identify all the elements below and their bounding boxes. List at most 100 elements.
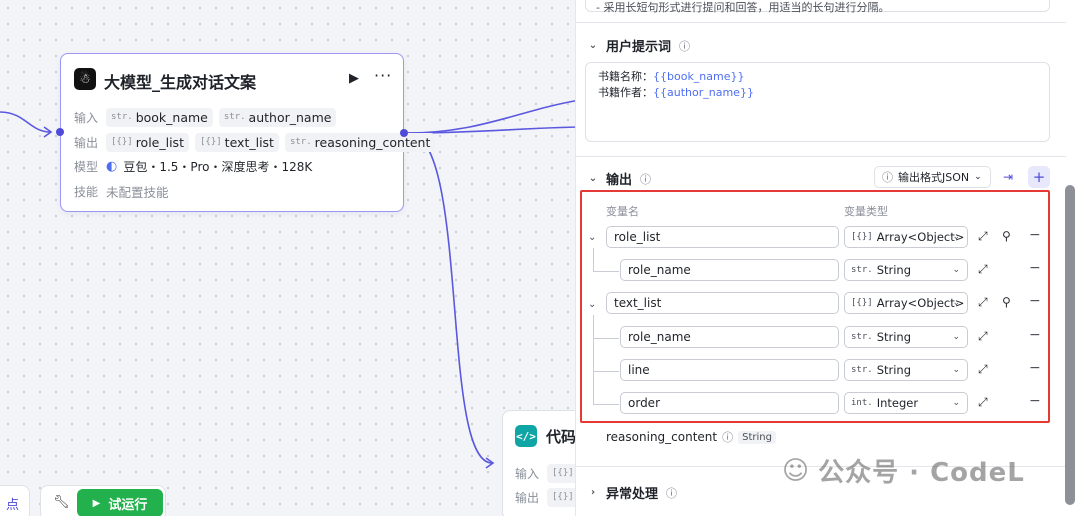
wechat-icon: ☺	[782, 455, 811, 486]
tree-line	[593, 371, 619, 372]
col-var-type: 变量类型	[844, 205, 888, 218]
edge-llm-to-code	[407, 132, 493, 464]
var-name-input[interactable]: role_name	[620, 259, 839, 281]
tree-line	[593, 271, 619, 272]
output-format-label: 输出格式JSON	[898, 171, 970, 184]
system-prompt-tail[interactable]: - 采用长短句形式进行提问和回答，用适当的长句进行分隔。	[585, 0, 1050, 14]
var-name-input[interactable]: line	[620, 359, 839, 381]
edge-arrow-into-llm	[43, 126, 53, 138]
reasoning-content-name: reasoning_content	[606, 430, 718, 444]
code-node-title: 代码	[546, 428, 577, 446]
tree-line	[593, 248, 594, 272]
llm-skill-row: 技能 未配置技能	[74, 181, 169, 201]
add-child-icon[interactable]: ⚲	[1002, 295, 1011, 309]
var-name-input[interactable]: order	[620, 392, 839, 414]
user-prompt-title: 用户提示词	[606, 40, 672, 55]
chevron-right-icon: ›	[590, 487, 596, 498]
expand-icon[interactable]: ⤢	[978, 362, 988, 377]
divider	[576, 22, 1066, 23]
var-type-select[interactable]: int. Integer ⌄	[844, 392, 968, 414]
remove-icon[interactable]: −	[1029, 260, 1041, 276]
var-type-select[interactable]: [{}] Array<Object> ⌄	[844, 292, 968, 314]
info-icon: ⓘ	[666, 486, 678, 500]
tree-line	[593, 404, 619, 405]
expand-icon[interactable]: ⤢	[978, 295, 988, 310]
reasoning-type-badge: String	[738, 430, 776, 444]
edge-llm-to-panel-upper	[407, 99, 581, 134]
skill-label: 技能	[74, 184, 99, 199]
import-icon[interactable]: ⇥	[997, 166, 1019, 188]
divider	[576, 156, 1066, 157]
add-child-icon[interactable]: ⚲	[1002, 229, 1011, 243]
tree-line	[593, 338, 619, 339]
output-header[interactable]: ⌄ 输出 ⓘ	[588, 169, 652, 189]
model-label: 模型	[74, 159, 99, 174]
code-output-label: 输出	[515, 490, 540, 505]
tree-line	[593, 315, 594, 404]
exception-header[interactable]: › 异常处理 ⓘ	[588, 483, 678, 503]
remove-icon[interactable]: −	[1029, 227, 1041, 243]
remove-icon[interactable]: −	[1029, 393, 1041, 409]
llm-node[interactable]: ☃ 大模型_生成对话文案 ▶ ··· 输入 str. book_name str.…	[60, 53, 436, 212]
var-name-input[interactable]: role_list	[606, 226, 839, 248]
collapse-chevron-icon[interactable]: ⌄	[588, 299, 596, 310]
input-label: 输入	[74, 110, 99, 125]
output-format-dropdown[interactable]: ⓘ 输出格式JSON ⌄	[874, 166, 991, 188]
remove-icon[interactable]: −	[1029, 293, 1041, 309]
expand-icon[interactable]: ⤢	[978, 329, 988, 344]
watermark: ☺ 公众号 · CodeL	[782, 452, 1025, 489]
var-type-select[interactable]: [{}] Array<Object> ⌄	[844, 226, 968, 248]
var-name-input[interactable]: text_list	[606, 292, 839, 314]
test-run-label: 试运行	[108, 497, 148, 513]
llm-node-title: 大模型_生成对话文案	[104, 73, 257, 92]
info-icon: ⓘ	[882, 171, 893, 184]
add-node-button[interactable]: 点	[0, 485, 30, 516]
chevron-down-icon: ⌄	[974, 172, 982, 182]
output-tag-text-list: [{}] text_list	[194, 132, 279, 152]
expand-icon[interactable]: ⤢	[978, 395, 988, 410]
user-prompt-header[interactable]: ⌄ 用户提示词 ⓘ	[588, 36, 691, 56]
edge-into-llm	[0, 111, 51, 133]
remove-icon[interactable]: −	[1029, 360, 1041, 376]
edge-arrow-into-code	[485, 457, 495, 469]
test-run-button[interactable]: ▶ 试运行	[77, 489, 163, 516]
node-config-panel: - 采用长短句形式进行提问和回答，用适当的长句进行分隔。 ⌄ 用户提示词 ⓘ 书…	[575, 0, 1080, 516]
system-prompt-tail-text: - 采用长短句形式进行提问和回答，用适当的长句进行分隔。	[596, 1, 890, 14]
info-icon: ⓘ	[679, 39, 691, 53]
expand-icon[interactable]: ⤢	[978, 229, 988, 244]
add-node-label: 点	[5, 497, 19, 513]
reasoning-content-row: reasoning_content ⓘ String	[606, 429, 776, 445]
code-input-label: 输入	[515, 466, 540, 481]
var-type-select[interactable]: str. String ⌄	[844, 326, 968, 348]
doubao-logo-icon: ◐	[106, 158, 118, 174]
col-var-name: 变量名	[606, 205, 639, 218]
output-tag-reasoning-content: str. reasoning_content	[284, 132, 436, 152]
chevron-down-icon: ⌄	[588, 173, 598, 184]
prompt-line: 书籍名称：{{book_name}}	[598, 70, 745, 83]
remove-icon[interactable]: −	[1029, 327, 1041, 343]
panel-scrollbar[interactable]	[1065, 185, 1075, 505]
wrench-icon[interactable]: 🔧︎	[53, 495, 70, 510]
var-name-input[interactable]: role_name	[620, 326, 839, 348]
play-icon[interactable]: ▶	[349, 71, 359, 86]
info-icon: ⓘ	[722, 431, 734, 444]
model-value: 豆包・1.5・Pro・深度思考・128K	[123, 159, 313, 174]
user-prompt-editor[interactable]: 书籍名称：{{book_name}} 书籍作者：{{author_name}}	[585, 62, 1050, 142]
output-title: 输出	[606, 173, 633, 188]
exception-title: 异常处理	[606, 487, 659, 502]
expand-icon[interactable]: ⤢	[978, 262, 988, 277]
var-type-select[interactable]: str. String ⌄	[844, 259, 968, 281]
input-tag-author-name: str. author_name	[218, 107, 337, 127]
code-icon: </>	[515, 425, 537, 447]
collapse-chevron-icon[interactable]: ⌄	[588, 232, 596, 243]
llm-model-row: 模型 ◐ 豆包・1.5・Pro・深度思考・128K	[74, 156, 312, 176]
info-icon: ⓘ	[640, 172, 652, 186]
var-type-select[interactable]: str. String ⌄	[844, 359, 968, 381]
llm-output-port[interactable]	[400, 129, 408, 137]
more-icon[interactable]: ···	[374, 66, 392, 85]
add-output-button[interactable]: +	[1028, 166, 1050, 188]
output-tag-role-list: [{}] role_list	[106, 132, 189, 152]
watermark-text: 公众号 · CodeL	[818, 458, 1025, 488]
prompt-line: 书籍作者：{{author_name}}	[598, 86, 754, 99]
llm-input-port[interactable]	[56, 128, 64, 136]
